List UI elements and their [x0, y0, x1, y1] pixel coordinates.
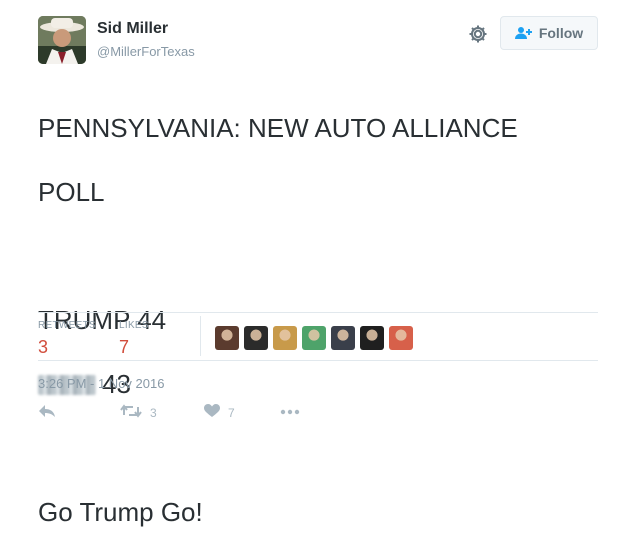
liker-avatar-6[interactable]: [360, 326, 384, 350]
gear-icon[interactable]: [468, 24, 488, 44]
retweet-action-count: 3: [150, 405, 157, 420]
tweet-spacer-2: [38, 432, 598, 464]
retweets-stat[interactable]: RETWEETS 3: [38, 320, 96, 358]
retweets-count: 3: [38, 337, 49, 357]
reply-icon: [38, 404, 56, 421]
divider: [38, 312, 598, 313]
tweet-line-1: PENNSYLVANIA: NEW AUTO ALLIANCE: [38, 113, 518, 143]
tweet-line-2: POLL: [38, 177, 105, 207]
liker-avatar-2[interactable]: [244, 326, 268, 350]
follow-label: Follow: [538, 25, 584, 41]
tweet-line-5: Go Trump Go!: [38, 497, 203, 527]
reply-button[interactable]: [38, 404, 56, 421]
divider: [38, 360, 598, 361]
heart-icon: [204, 404, 220, 421]
add-user-icon: [514, 26, 533, 40]
liker-avatar-1[interactable]: [215, 326, 239, 350]
liker-avatar-3[interactable]: [273, 326, 297, 350]
more-icon: [280, 404, 300, 418]
likes-label: LIKES: [119, 320, 149, 331]
tweet-spacer-1: [38, 240, 598, 272]
user-handle[interactable]: @MillerForTexas: [97, 44, 195, 59]
liker-avatar-5[interactable]: [331, 326, 355, 350]
display-name[interactable]: Sid Miller: [97, 20, 168, 38]
follow-button[interactable]: Follow: [500, 16, 598, 50]
likes-count: 7: [119, 337, 130, 357]
retweet-icon: [120, 404, 142, 421]
liker-avatar-4[interactable]: [302, 326, 326, 350]
like-action-count: 7: [228, 405, 235, 420]
user-avatar[interactable]: [38, 16, 86, 64]
liker-avatar-7[interactable]: [389, 326, 413, 350]
likes-stat[interactable]: LIKES 7: [119, 320, 149, 358]
liker-avatars: [215, 326, 413, 350]
retweets-label: RETWEETS: [38, 320, 96, 331]
like-button[interactable]: 7: [204, 404, 235, 421]
timestamp[interactable]: 3:26 PM - 1 Nov 2016: [38, 376, 164, 391]
more-button[interactable]: [280, 404, 300, 418]
stats-separator: [200, 316, 201, 356]
retweet-button[interactable]: 3: [120, 404, 157, 421]
